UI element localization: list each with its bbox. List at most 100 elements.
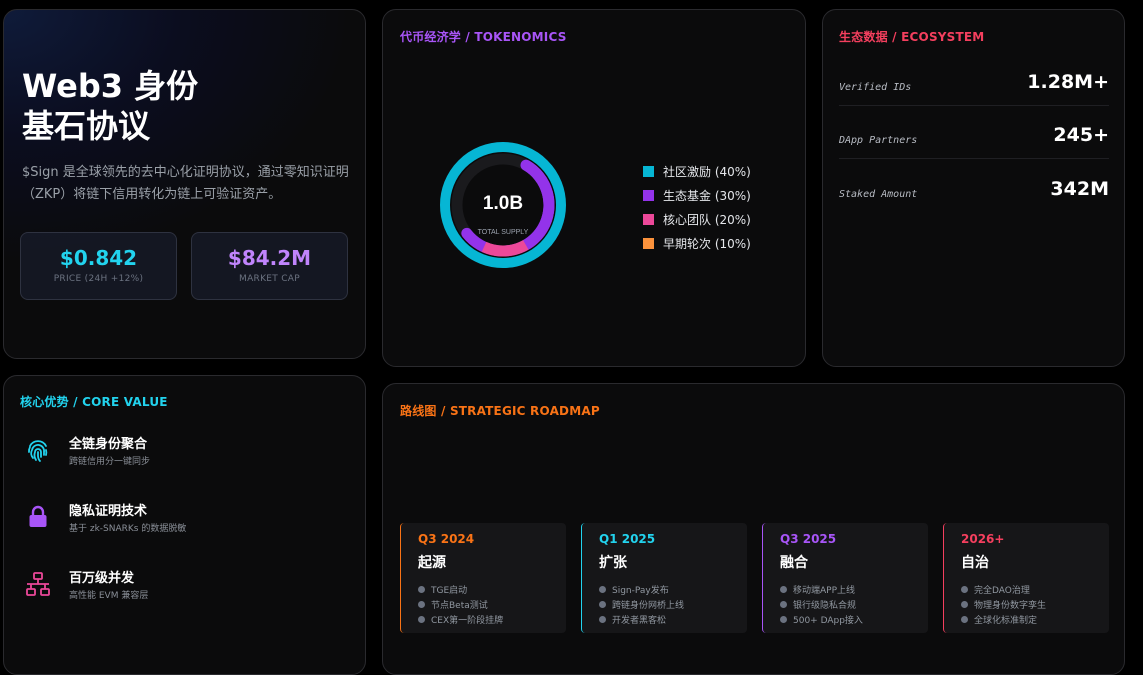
phase-list: TGE启动 节点Beta测试 CEX第一阶段挂牌	[418, 582, 566, 627]
hero-title-line1: Web3 身份	[22, 67, 199, 105]
eco-label: Verified IDs	[839, 82, 912, 93]
core-item-identity: 全链身份聚合 跨链信用分一键同步	[22, 433, 352, 473]
phase-period: Q3 2024	[418, 532, 475, 546]
core-item-title: 隐私证明技术	[69, 504, 148, 519]
bullet-dot-icon	[418, 616, 425, 623]
core-item-title: 百万级并发	[69, 571, 135, 586]
phase-item-text: 银行级隐私合规	[793, 601, 857, 611]
bullet-dot-icon	[418, 586, 425, 593]
eco-row-verified-ids: Verified IDs 1.28M+	[839, 53, 1109, 106]
bullet-dot-icon	[961, 616, 968, 623]
phase-item: CEX第一阶段挂牌	[418, 612, 566, 627]
legend-item: 核心团队 (20%)	[643, 207, 751, 231]
legend-label: 核心团队 (20%)	[663, 212, 751, 227]
core-item-title: 全链身份聚合	[69, 437, 148, 452]
eco-row-dapp-partners: DApp Partners 245+	[839, 106, 1109, 159]
core-value-card: 核心优势 / CORE VALUE 全链身份聚合 跨链信用分一键同步 隐私证明技…	[3, 375, 366, 675]
phase-item: 银行级隐私合规	[780, 597, 928, 612]
hero-title: Web3 身份 基石协议	[22, 66, 198, 146]
eco-value: 245+	[1053, 124, 1109, 146]
roadmap-phase: Q1 2025 扩张 Sign-Pay发布 跨链身份网桥上线 开发者黑客松	[581, 523, 747, 633]
tokenomics-legend: 社区激励 (40%) 生态基金 (30%) 核心团队 (20%) 早期轮次 (10%)	[643, 159, 751, 255]
legend-label: 社区激励 (40%)	[663, 164, 751, 179]
eco-label: DApp Partners	[839, 135, 918, 146]
legend-swatch-icon	[643, 237, 654, 249]
phase-list: Sign-Pay发布 跨链身份网桥上线 开发者黑客松	[599, 582, 747, 627]
tokenomics-title: 代币经济学 / TOKENOMICS	[400, 30, 567, 44]
market-cap-label: MARKET CAP	[239, 274, 300, 284]
bullet-dot-icon	[599, 601, 606, 608]
phase-item-text: TGE启动	[431, 586, 468, 596]
roadmap-card: 路线图 / STRATEGIC ROADMAP Q3 2024 起源 TGE启动…	[382, 383, 1125, 675]
donut-center-label: TOTAL SUPPLY	[478, 229, 529, 236]
phase-item-text: 节点Beta测试	[431, 601, 488, 611]
supply-donut-chart: 1.0B TOTAL SUPPLY	[440, 142, 566, 268]
phase-list: 移动端APP上线 银行级隐私合规 500+ DApp接入	[780, 582, 928, 627]
bullet-dot-icon	[961, 586, 968, 593]
price-label: PRICE (24H +12%)	[53, 274, 144, 284]
phase-item-text: 物理身份数字孪生	[974, 601, 1047, 611]
phase-item: 完全DAO治理	[961, 582, 1109, 597]
phase-item-text: 完全DAO治理	[974, 586, 1030, 596]
phase-item-text: 500+ DApp接入	[793, 616, 863, 626]
eco-value: 342M	[1050, 178, 1109, 200]
eco-label: Staked Amount	[839, 189, 918, 200]
price-value: $0.842	[59, 246, 138, 270]
core-item-subtitle: 基于 zk-SNARKs 的数据脱敏	[69, 524, 187, 534]
phase-item: 移动端APP上线	[780, 582, 928, 597]
phase-item-text: Sign-Pay发布	[612, 586, 669, 596]
network-icon	[26, 572, 50, 596]
phase-item: 物理身份数字孪生	[961, 597, 1109, 612]
phase-name: 自治	[961, 555, 989, 571]
core-item-privacy: 隐私证明技术 基于 zk-SNARKs 的数据脱敏	[22, 500, 352, 540]
phase-item: Sign-Pay发布	[599, 582, 747, 597]
bullet-dot-icon	[599, 616, 606, 623]
phase-item-text: 全球化标准制定	[974, 616, 1038, 626]
hero-title-line2: 基石协议	[22, 107, 151, 145]
core-item-subtitle: 高性能 EVM 兼容层	[69, 591, 149, 601]
phase-name: 融合	[780, 555, 808, 571]
legend-swatch-icon	[643, 213, 654, 225]
roadmap-title: 路线图 / STRATEGIC ROADMAP	[400, 404, 600, 418]
phase-item-text: 跨链身份网桥上线	[612, 601, 685, 611]
legend-label: 早期轮次 (10%)	[663, 236, 751, 251]
phase-item-text: 移动端APP上线	[793, 586, 856, 596]
phase-item: TGE启动	[418, 582, 566, 597]
roadmap-phase: Q3 2024 起源 TGE启动 节点Beta测试 CEX第一阶段挂牌	[400, 523, 566, 633]
bullet-dot-icon	[780, 601, 787, 608]
phase-item: 全球化标准制定	[961, 612, 1109, 627]
donut-center-value: 1.0B	[483, 193, 523, 214]
phase-item-text: CEX第一阶段挂牌	[431, 616, 504, 626]
phase-period: 2026+	[961, 532, 1005, 546]
bullet-dot-icon	[961, 601, 968, 608]
core-item-concurrency: 百万级并发 高性能 EVM 兼容层	[22, 567, 352, 607]
market-cap-stat: $84.2M MARKET CAP	[191, 232, 348, 300]
bullet-dot-icon	[780, 616, 787, 623]
roadmap-phase: Q3 2025 融合 移动端APP上线 银行级隐私合规 500+ DApp接入	[762, 523, 928, 633]
phase-item: 开发者黑客松	[599, 612, 747, 627]
legend-label: 生态基金 (30%)	[663, 188, 751, 203]
legend-item: 生态基金 (30%)	[643, 183, 751, 207]
legend-item: 早期轮次 (10%)	[643, 231, 751, 255]
legend-swatch-icon	[643, 165, 654, 177]
legend-swatch-icon	[643, 189, 654, 201]
phase-period: Q1 2025	[599, 532, 656, 546]
hero-card: Web3 身份 基石协议 $Sign 是全球领先的去中心化证明协议，通过零知识证…	[3, 9, 366, 359]
market-cap-value: $84.2M	[227, 246, 312, 270]
phase-period: Q3 2025	[780, 532, 837, 546]
ecosystem-title: 生态数据 / ECOSYSTEM	[839, 30, 985, 44]
bullet-dot-icon	[780, 586, 787, 593]
phase-list: 完全DAO治理 物理身份数字孪生 全球化标准制定	[961, 582, 1109, 627]
phase-item: 跨链身份网桥上线	[599, 597, 747, 612]
phase-item-text: 开发者黑客松	[612, 616, 667, 626]
phase-name: 扩张	[599, 555, 627, 571]
ecosystem-card: 生态数据 / ECOSYSTEM Verified IDs 1.28M+ DAp…	[822, 9, 1125, 367]
core-value-title: 核心优势 / CORE VALUE	[20, 395, 168, 409]
phase-item: 节点Beta测试	[418, 597, 566, 612]
eco-row-staked-amount: Staked Amount 342M	[839, 159, 1109, 212]
eco-value: 1.28M+	[1027, 71, 1109, 93]
roadmap-phase: 2026+ 自治 完全DAO治理 物理身份数字孪生 全球化标准制定	[943, 523, 1109, 633]
bullet-dot-icon	[418, 601, 425, 608]
lock-icon	[29, 505, 47, 527]
tokenomics-card: 代币经济学 / TOKENOMICS 1.0B TOTAL SUPPLY 社区激…	[382, 9, 806, 367]
